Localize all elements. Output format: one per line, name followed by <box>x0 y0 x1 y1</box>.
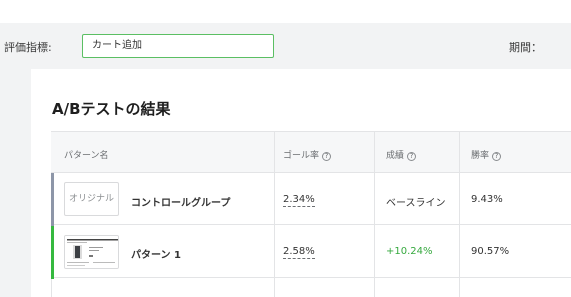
column-header-label: パターン名 <box>64 151 109 161</box>
variant-name: パターン 1 <box>131 250 181 261</box>
variant-screenshot-thumbnail[interactable] <box>64 235 119 269</box>
column-divider <box>374 131 375 297</box>
win-rate-value: 9.43% <box>471 194 503 205</box>
performance-value: +10.24% <box>386 246 433 257</box>
column-header-win-rate: 勝率? <box>471 148 502 161</box>
column-divider <box>274 131 275 297</box>
variant-name: コントロールグループ <box>131 198 231 209</box>
column-divider <box>459 131 460 297</box>
period-label: 期間： <box>509 41 542 54</box>
goal-rate-value[interactable]: 2.34% <box>283 194 315 207</box>
metric-select[interactable]: カート追加 <box>82 34 274 58</box>
column-header-label: 成績 <box>386 151 405 161</box>
metric-label: 評価指標: <box>4 41 52 54</box>
row-accent-bar <box>51 173 54 226</box>
column-header-goal-rate: ゴール率? <box>283 148 332 161</box>
page-preview-icon <box>65 236 118 268</box>
goal-rate-value[interactable]: 2.58% <box>283 246 315 259</box>
column-header-performance: 成績? <box>386 148 417 161</box>
performance-value: ベースライン <box>386 198 446 209</box>
row-accent-bar <box>51 226 54 279</box>
help-icon[interactable]: ? <box>492 152 502 161</box>
help-icon[interactable]: ? <box>322 152 332 161</box>
win-rate-value: 90.57% <box>471 246 510 257</box>
column-header-label: ゴール率 <box>283 151 320 161</box>
column-header-pattern-name: パターン名 <box>64 148 109 161</box>
column-header-label: 勝率 <box>471 151 490 161</box>
help-icon[interactable]: ? <box>407 152 417 161</box>
variant-thumbnail[interactable]: オリジナル <box>64 182 119 216</box>
results-title: A/Bテストの結果 <box>52 100 171 118</box>
